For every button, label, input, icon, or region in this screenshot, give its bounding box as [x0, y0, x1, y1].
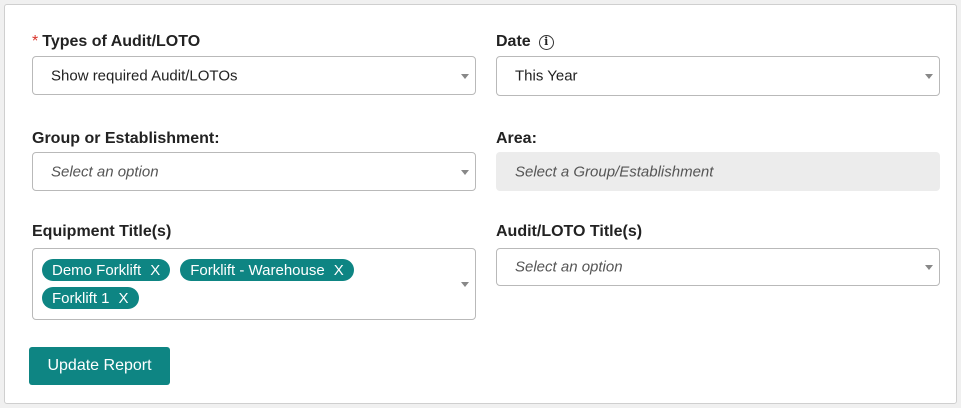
audit-titles-select[interactable]: Select an option	[496, 248, 940, 286]
tag-label: Forklift 1	[52, 289, 110, 307]
tag-label: Demo Forklift	[52, 261, 142, 279]
audit-types-label: * Types of Audit/LOTO	[32, 32, 200, 52]
audit-types-value: Show required Audit/LOTOs	[51, 67, 238, 84]
chevron-down-icon	[925, 74, 933, 79]
date-label-text: Date	[496, 33, 531, 50]
equipment-tags: Demo Forklift X Forklift - Warehouse X For…	[42, 259, 442, 309]
remove-tag-icon[interactable]: X	[334, 262, 344, 279]
chevron-down-icon	[925, 265, 933, 270]
area-placeholder: Select a Group/Establishment	[515, 163, 714, 180]
chevron-down-icon	[461, 73, 469, 79]
remove-tag-icon[interactable]: X	[150, 262, 160, 279]
report-filter-panel: * Types of Audit/LOTO Show required Audit…	[4, 4, 957, 404]
group-select[interactable]: Select an option	[32, 152, 476, 191]
chevron-down-icon	[461, 169, 469, 175]
tag-label: Forklift - Warehouse	[190, 261, 325, 279]
equipment-multiselect[interactable]: Demo Forklift X Forklift - Warehouse X For…	[32, 248, 476, 320]
audit-titles-label: Audit/LOTO Title(s)	[496, 223, 643, 240]
audit-types-label-text: Types of Audit/LOTO	[42, 33, 201, 50]
area-label: Area:	[496, 130, 537, 147]
audit-types-select[interactable]: Show required Audit/LOTOs	[32, 56, 476, 95]
required-marker: *	[32, 33, 39, 50]
equipment-tag[interactable]: Forklift 1 X	[42, 287, 139, 309]
date-value: This Year	[515, 67, 578, 85]
area-select: Select a Group/Establishment	[496, 152, 940, 191]
equipment-tag[interactable]: Forklift - Warehouse X	[180, 259, 354, 281]
audit-titles-placeholder: Select an option	[515, 258, 623, 276]
group-placeholder: Select an option	[51, 163, 159, 180]
date-select[interactable]: This Year	[496, 56, 940, 96]
equipment-label: Equipment Title(s)	[32, 223, 172, 240]
info-icon[interactable]: i	[538, 35, 554, 50]
date-label: Date i	[496, 32, 554, 52]
equipment-tag[interactable]: Demo Forklift X	[42, 259, 171, 281]
update-report-button[interactable]: Update Report	[29, 347, 170, 385]
chevron-down-icon	[461, 282, 469, 287]
group-label: Group or Establishment:	[32, 130, 220, 147]
remove-tag-icon[interactable]: X	[119, 290, 129, 307]
